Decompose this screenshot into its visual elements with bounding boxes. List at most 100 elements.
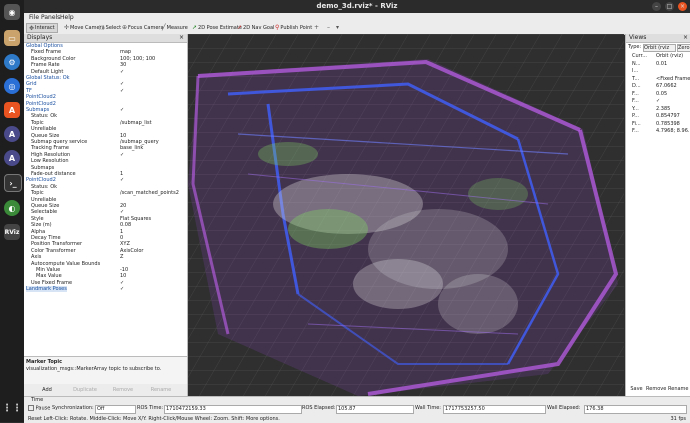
- display-row-label[interactable]: Global Options: [26, 43, 63, 49]
- display-row-label[interactable]: Topic: [31, 190, 44, 196]
- display-row-value[interactable]: 0: [120, 235, 123, 241]
- view-prop-value[interactable]: ✓: [656, 98, 690, 104]
- display-row-label[interactable]: Fixed Frame: [31, 49, 61, 55]
- display-row-value[interactable]: 100; 100; 100: [120, 56, 155, 62]
- display-row-label[interactable]: Topic: [31, 120, 44, 126]
- tool-dropdown-icon[interactable]: ▾: [336, 24, 339, 31]
- minus-icon[interactable]: –: [327, 24, 330, 31]
- vscode-icon[interactable]: ◐: [4, 200, 20, 216]
- panel-close-icon[interactable]: ×: [179, 34, 184, 41]
- menu-panels[interactable]: Panels: [41, 14, 60, 21]
- display-row-label[interactable]: PointCloud2: [26, 177, 56, 183]
- display-row-value[interactable]: 1: [120, 229, 123, 235]
- add-button[interactable]: Add: [32, 386, 62, 394]
- menu-help[interactable]: Help: [60, 14, 74, 21]
- display-row-value[interactable]: ✓: [120, 209, 124, 215]
- view-prop-value[interactable]: [656, 68, 690, 74]
- display-row-label[interactable]: Queue Size: [31, 203, 59, 209]
- display-row-label[interactable]: High Resolution: [31, 152, 70, 158]
- display-row-label[interactable]: Status: Ok: [31, 113, 57, 119]
- ros-time-field[interactable]: 1710472159.33: [164, 405, 302, 414]
- display-row-label[interactable]: Queue Size: [31, 133, 59, 139]
- view-prop-value[interactable]: 2.385: [656, 106, 690, 112]
- display-row-value[interactable]: ✓: [120, 81, 124, 87]
- display-row-label[interactable]: PointCloud2: [26, 101, 56, 107]
- view-prop-value[interactable]: <Fixed Frame>: [656, 76, 690, 82]
- display-row-label[interactable]: Unreliable: [31, 197, 56, 203]
- display-row-label[interactable]: Landmark Poses: [26, 286, 67, 293]
- menu-file[interactable]: File: [29, 14, 39, 21]
- display-row-label[interactable]: Axis: [31, 254, 41, 260]
- display-row-label[interactable]: Global Status: Ok: [26, 75, 70, 81]
- display-row-value[interactable]: 1: [120, 171, 123, 177]
- display-row-label[interactable]: Selectable: [31, 209, 57, 215]
- display-row-value[interactable]: ✓: [120, 280, 124, 286]
- display-row-value[interactable]: 0.08: [120, 222, 131, 228]
- display-row-label[interactable]: PointCloud2: [26, 94, 56, 100]
- display-row-value[interactable]: map: [120, 49, 131, 55]
- publish-point-button[interactable]: ⚲ Publish Point: [275, 24, 312, 31]
- view-prop-value[interactable]: Orbit (rviz): [656, 53, 690, 59]
- app-grid-icon[interactable]: ⋮⋮: [2, 400, 22, 416]
- view-prop-value[interactable]: 0.05: [656, 91, 690, 97]
- display-row-value[interactable]: -10: [120, 267, 128, 273]
- display-row-label[interactable]: Max Value: [36, 273, 62, 279]
- save-view-button[interactable]: Save: [628, 385, 645, 393]
- display-row-value[interactable]: 10: [120, 133, 126, 139]
- view-prop-value[interactable]: 0.854797: [656, 113, 690, 119]
- display-row-value[interactable]: 20: [120, 203, 126, 209]
- interact-button[interactable]: ✥ Interact: [26, 23, 58, 33]
- display-row-label[interactable]: Submap query service: [31, 139, 87, 145]
- firefox-icon[interactable]: ◉: [4, 4, 20, 20]
- display-row-label[interactable]: Use Fixed Frame: [31, 280, 72, 286]
- display-row-label[interactable]: Autocompute Value Bounds: [31, 261, 100, 267]
- view-type-select[interactable]: Orbit (rviz: [643, 44, 676, 52]
- wall-elapsed-field[interactable]: 176.38: [584, 405, 687, 414]
- focus-camera-button[interactable]: ⊕ Focus Camera: [122, 24, 164, 31]
- display-row-value[interactable]: ✓: [120, 177, 124, 183]
- duplicate-button[interactable]: Duplicate: [70, 386, 100, 394]
- display-row-value[interactable]: base_link: [120, 145, 143, 151]
- select-button[interactable]: ⬚ Select: [99, 24, 121, 31]
- display-row-value[interactable]: ✓: [120, 69, 124, 75]
- browser-icon[interactable]: ◎: [4, 78, 20, 94]
- sync-select[interactable]: Off: [95, 405, 136, 414]
- display-row-label[interactable]: Default Light: [31, 69, 63, 75]
- render-viewport[interactable]: [188, 34, 624, 396]
- display-row-label[interactable]: Frame Rate: [31, 62, 60, 68]
- display-row-value[interactable]: ✓: [120, 88, 124, 94]
- display-row-label[interactable]: Style: [31, 216, 44, 222]
- display-row-value[interactable]: ✓: [120, 286, 124, 292]
- display-row-value[interactable]: 10: [120, 273, 126, 279]
- display-row-label[interactable]: Min Value: [36, 267, 60, 273]
- settings-icon[interactable]: ⚙: [4, 54, 20, 70]
- remove-button[interactable]: Remove: [108, 386, 138, 394]
- close-icon[interactable]: ×: [678, 2, 687, 11]
- rename-button[interactable]: Rename: [146, 386, 176, 394]
- display-row-label[interactable]: TF: [26, 88, 32, 94]
- wall-time-field[interactable]: 1717753257.50: [443, 405, 546, 414]
- display-row-label[interactable]: Grid: [26, 81, 37, 87]
- app2-icon[interactable]: A: [4, 150, 20, 166]
- display-row-label[interactable]: Unreliable: [31, 126, 56, 132]
- view-prop-value[interactable]: 4.7968; 8.96...: [656, 128, 690, 134]
- view-prop-value[interactable]: 67.0662: [656, 83, 690, 89]
- display-row-value[interactable]: 30: [120, 62, 126, 68]
- display-row-label[interactable]: Fade-out distance: [31, 171, 76, 177]
- display-row-value[interactable]: ✓: [120, 152, 124, 158]
- display-row-value[interactable]: /scan_matched_points2: [120, 190, 179, 196]
- view-prop-value[interactable]: 0.785398: [656, 121, 690, 127]
- display-row-value[interactable]: Flat Squares: [120, 216, 151, 222]
- files-icon[interactable]: ▭: [4, 30, 20, 46]
- app-icon[interactable]: A: [4, 126, 20, 142]
- minimize-icon[interactable]: –: [652, 2, 661, 11]
- display-row-label[interactable]: Background Color: [31, 56, 75, 62]
- ros-elapsed-field[interactable]: 105.87: [336, 405, 414, 414]
- display-row-label[interactable]: Size (m): [31, 222, 52, 228]
- pause-checkbox[interactable]: Pause: [28, 405, 50, 412]
- rviz-icon[interactable]: RViz: [4, 224, 20, 240]
- display-row-value[interactable]: Z: [120, 254, 123, 260]
- rename-view-button[interactable]: Rename: [668, 385, 689, 393]
- maximize-icon[interactable]: □: [665, 2, 674, 11]
- display-row-label[interactable]: Tracking Frame: [31, 145, 69, 151]
